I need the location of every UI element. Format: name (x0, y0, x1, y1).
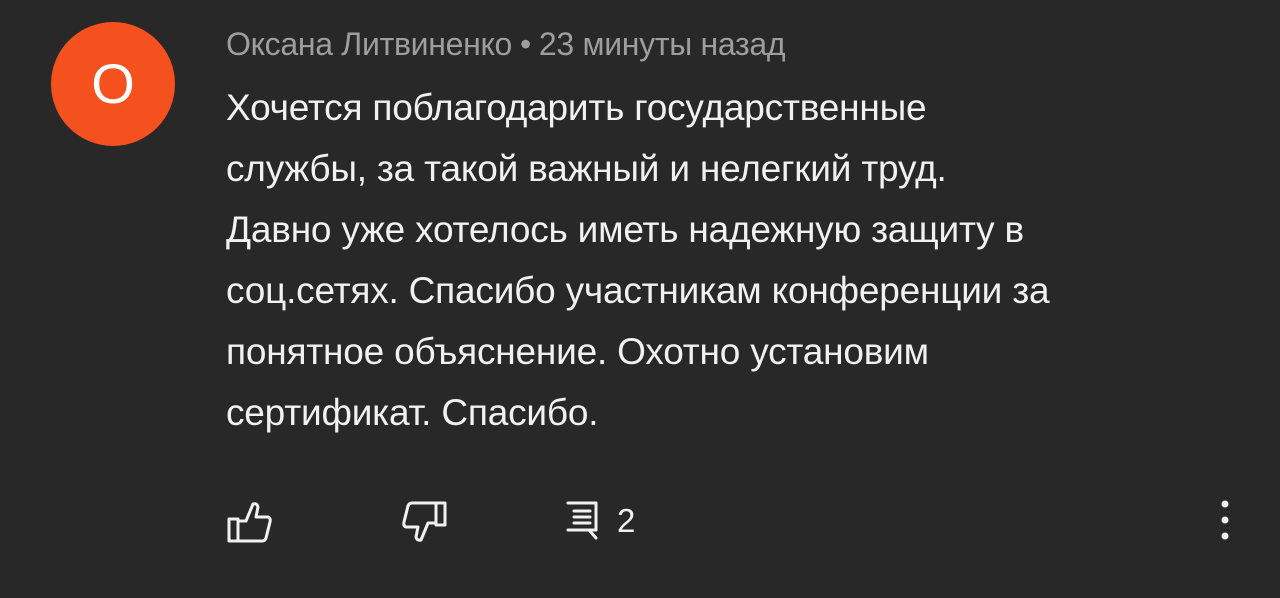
replies-button[interactable]: 2 (565, 500, 635, 540)
comment-line: Давно уже хотелось иметь надежную защиту… (226, 209, 1024, 250)
meta-separator: • (520, 26, 531, 62)
comment-timestamp: 23 минуты назад (538, 26, 786, 62)
more-options-button[interactable] (1210, 496, 1240, 544)
comment-line: Хочется поблагодарить государственные (226, 87, 927, 128)
dislike-button[interactable] (400, 500, 448, 544)
thumbs-down-icon (402, 501, 447, 542)
comment-line: соц.сетях. Спасибо участникам конференци… (226, 270, 1050, 311)
author-name[interactable]: Оксана Литвиненко (226, 26, 512, 62)
comment-text: Хочется поблагодарить государственные сл… (226, 77, 1236, 443)
comment-card: О Оксана Литвиненко • 23 минуты назад Хоче… (0, 0, 1280, 598)
avatar[interactable]: О (51, 22, 175, 146)
like-button[interactable] (226, 500, 274, 544)
comment-line: сертификат. Спасибо. (226, 392, 599, 433)
thumbs-up-icon (227, 502, 272, 543)
comment-line: службы, за такой важный и нелегкий труд. (226, 148, 947, 189)
avatar-letter: О (91, 52, 135, 115)
comment-actions: 2 (0, 490, 1280, 554)
comment-icon (566, 501, 598, 540)
more-vertical-icon (1221, 500, 1229, 540)
comment-header: Оксана Литвиненко • 23 минуты назад (226, 26, 786, 63)
reply-count: 2 (617, 501, 636, 539)
comment-line: понятное объяснение. Охотно установим (226, 331, 929, 372)
